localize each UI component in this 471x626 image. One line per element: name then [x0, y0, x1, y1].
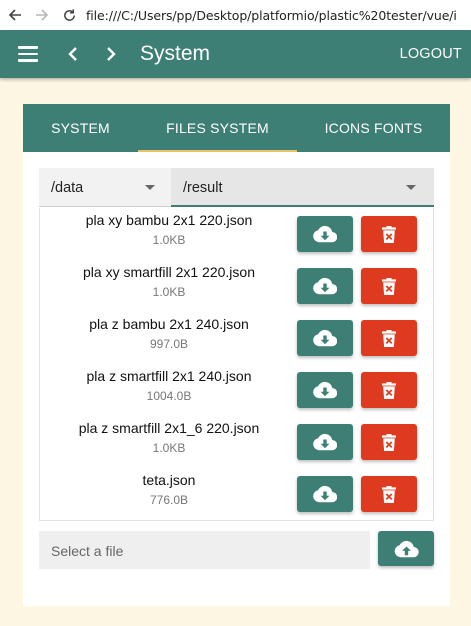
browser-forward-button[interactable] [31, 4, 53, 26]
file-size: 1.0KB [152, 285, 186, 299]
arrow-right-icon [36, 9, 49, 21]
cloud-download-icon [313, 329, 337, 347]
list-item: teta.json 776.0B [40, 468, 433, 520]
cloud-download-icon [313, 485, 337, 503]
file-select-input[interactable]: Select a file [39, 531, 370, 569]
delete-button[interactable] [361, 320, 417, 356]
download-button[interactable] [297, 216, 353, 252]
trash-can-icon [382, 329, 396, 347]
cloud-upload-icon [394, 540, 419, 557]
list-item: pla xy bambu 2x1 220.json 1.0KB [40, 208, 433, 260]
folder-select-value: /data [51, 180, 84, 196]
page-title: System [140, 42, 211, 65]
upload-button[interactable] [378, 531, 434, 566]
trash-can-icon [382, 485, 396, 503]
file-size: 1.0KB [152, 233, 186, 247]
file-size: 1004.0B [146, 389, 192, 403]
chevron-left-icon[interactable] [62, 42, 84, 66]
trash-can-icon [382, 225, 396, 243]
file-select-placeholder: Select a file [51, 543, 124, 559]
tab-system[interactable]: SYSTEM [23, 104, 138, 152]
file-size: 1.0KB [152, 441, 186, 455]
menu-icon[interactable] [18, 44, 38, 64]
tab-bar: SYSTEM FILES SYSTEM ICONS FONTS [23, 104, 450, 152]
list-item: pla z bambu 2x1 240.json 997.0B [40, 312, 433, 364]
tab-icons-fonts[interactable]: ICONS FONTS [297, 104, 450, 152]
file-name: pla z smartfill 2x1_6 220.json [78, 420, 260, 436]
delete-button[interactable] [361, 476, 417, 512]
download-button[interactable] [297, 268, 353, 304]
cloud-download-icon [313, 433, 337, 451]
chevron-right-icon[interactable] [100, 42, 122, 66]
delete-button[interactable] [361, 424, 417, 460]
cloud-download-icon [313, 277, 337, 295]
trash-can-icon [382, 277, 396, 295]
file-name: pla xy bambu 2x1 220.json [85, 212, 253, 228]
delete-button[interactable] [361, 216, 417, 252]
cloud-download-icon [313, 225, 337, 243]
file-size: 997.0B [149, 337, 189, 351]
files-card: SYSTEM FILES SYSTEM ICONS FONTS /data /r… [23, 104, 450, 606]
file-list: pla xy bambu 2x1 220.json 1.0KB pla xy sm… [39, 208, 434, 521]
folder-select[interactable]: /data [39, 168, 171, 207]
browser-toolbar: file:///C:/Users/pp/Desktop/platformio/p… [0, 0, 471, 30]
address-bar[interactable]: file:///C:/Users/pp/Desktop/platformio/p… [86, 8, 471, 23]
list-item: pla z smartfill 2x1_6 220.json 1.0KB [40, 416, 433, 468]
browser-back-button[interactable] [4, 4, 26, 26]
dropdown-arrow-icon [145, 185, 155, 190]
arrow-left-icon [8, 9, 21, 21]
dropdown-arrow-icon [406, 185, 416, 190]
file-size: 776.0B [149, 493, 189, 507]
cloud-download-icon [313, 381, 337, 399]
tab-files-system[interactable]: FILES SYSTEM [138, 104, 297, 152]
download-button[interactable] [297, 320, 353, 356]
download-button[interactable] [297, 372, 353, 408]
logout-button[interactable]: LOGOUT [400, 46, 462, 62]
list-item: pla xy smartfill 2x1 220.json 1.0KB [40, 260, 433, 312]
subfolder-select[interactable]: /result [171, 168, 434, 207]
browser-reload-button[interactable] [58, 4, 80, 26]
download-button[interactable] [297, 476, 353, 512]
file-name: pla xy smartfill 2x1 220.json [83, 264, 255, 280]
delete-button[interactable] [361, 268, 417, 304]
delete-button[interactable] [361, 372, 417, 408]
reload-icon [63, 8, 75, 21]
file-name: pla z smartfill 2x1 240.json [86, 368, 252, 384]
app-header: System LOGOUT [0, 30, 471, 78]
subfolder-select-value: /result [183, 180, 223, 196]
file-name: pla z bambu 2x1 240.json [89, 316, 249, 332]
trash-can-icon [382, 381, 396, 399]
trash-can-icon [382, 433, 396, 451]
download-button[interactable] [297, 424, 353, 460]
file-name: teta.json [142, 472, 196, 488]
list-item: pla z smartfill 2x1 240.json 1004.0B [40, 364, 433, 416]
